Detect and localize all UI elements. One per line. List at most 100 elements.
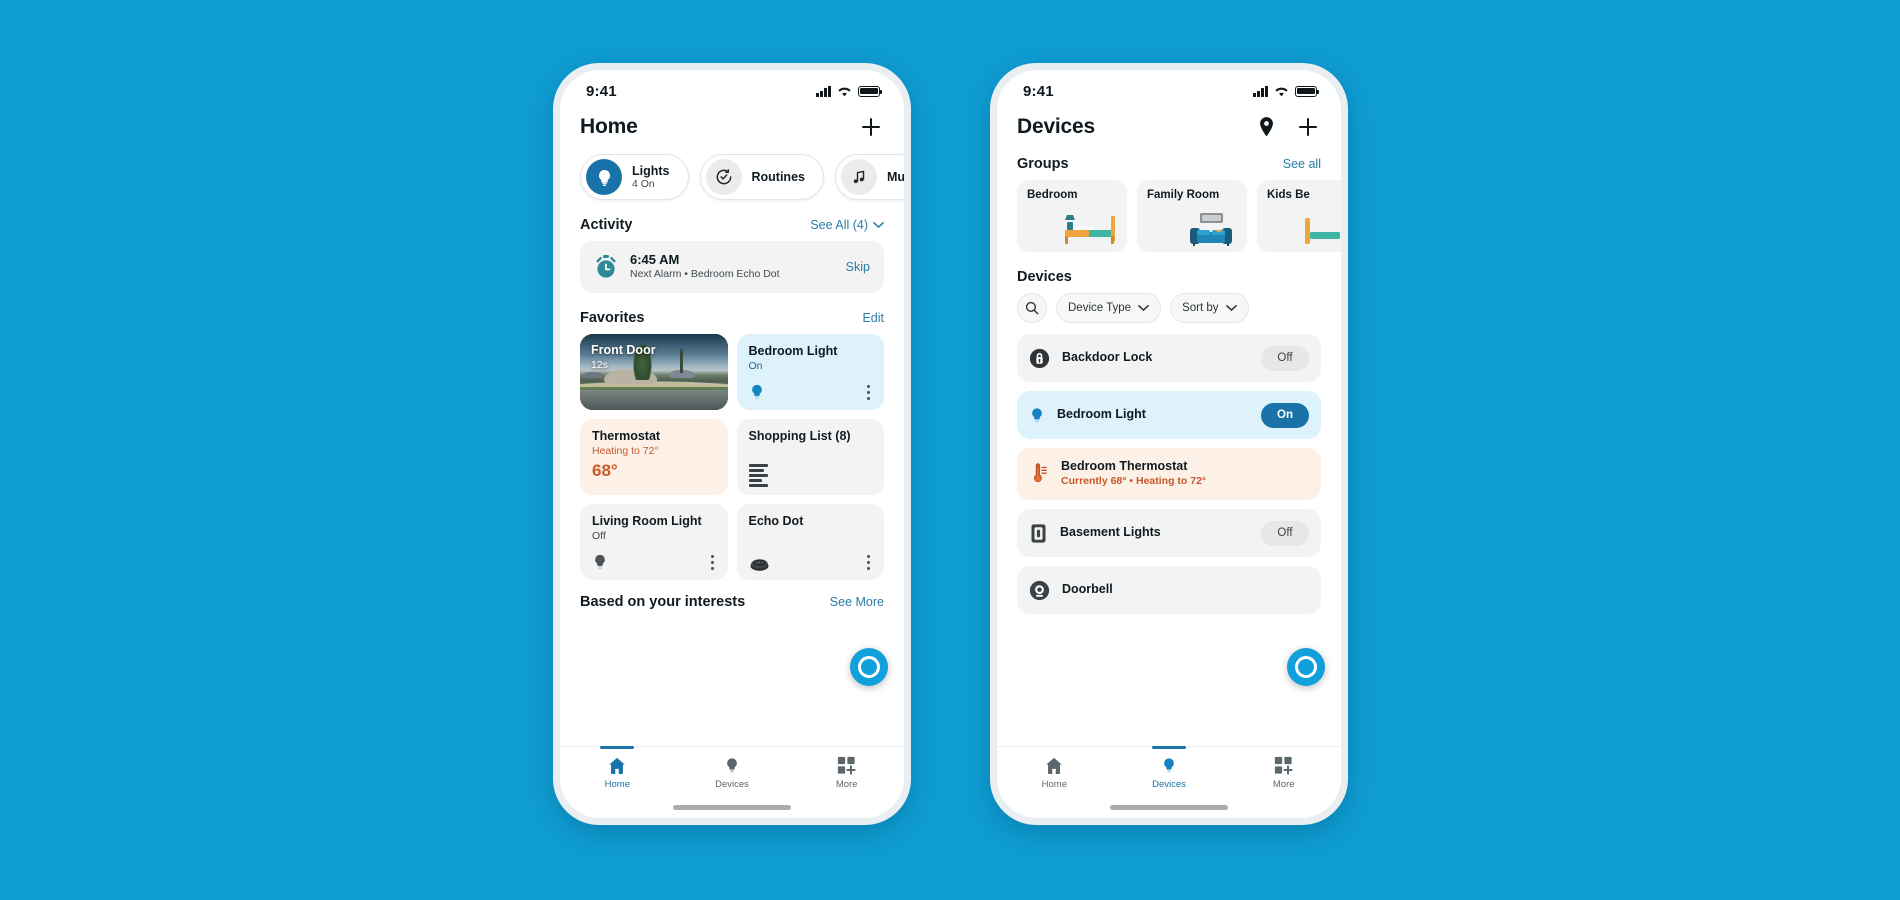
favorite-sub: Off bbox=[592, 529, 606, 542]
map-pin-icon bbox=[1259, 117, 1273, 137]
activity-section-header: Activity See All (4) bbox=[560, 217, 904, 233]
favorites-grid: Front Door 12s Bedroom Light On Thermost… bbox=[580, 333, 884, 580]
favorites-edit-label: Edit bbox=[862, 310, 884, 325]
quick-actions-row[interactable]: Lights 4 On Routines Mu bbox=[560, 150, 904, 200]
grid-plus-icon bbox=[838, 756, 856, 775]
favorites-edit-link[interactable]: Edit bbox=[862, 311, 884, 325]
device-type-filter[interactable]: Device Type bbox=[1056, 293, 1162, 323]
status-icons bbox=[816, 85, 883, 97]
quick-action-label: Mu bbox=[886, 169, 904, 184]
status-bar: 9:41 bbox=[997, 70, 1341, 112]
interests-title: Based on your interests bbox=[580, 593, 746, 610]
tab-label: Home bbox=[604, 779, 630, 790]
device-name: Backdoor Lock bbox=[1062, 350, 1153, 365]
tab-home[interactable]: Home bbox=[579, 746, 655, 790]
favorite-sub: Heating to 72° bbox=[592, 444, 659, 457]
camera-car-3 bbox=[582, 371, 604, 378]
device-state-pill[interactable]: On bbox=[1261, 402, 1309, 428]
map-button[interactable] bbox=[1253, 114, 1279, 140]
device-state-pill[interactable]: Off bbox=[1261, 345, 1309, 371]
favorite-name: Echo Dot bbox=[748, 513, 804, 528]
groups-see-all-link[interactable]: See all bbox=[1283, 157, 1321, 171]
bottom-tab-bar: Home Devices More bbox=[997, 746, 1341, 818]
favorite-card-echo-dot[interactable]: Echo Dot bbox=[736, 503, 884, 580]
add-button[interactable] bbox=[1295, 114, 1321, 140]
interests-see-more-label: See More bbox=[829, 594, 884, 609]
tab-indicator bbox=[600, 746, 635, 749]
interests-see-more-link[interactable]: See More bbox=[830, 595, 884, 609]
doorbell-icon bbox=[1029, 580, 1050, 600]
favorite-name: Front Door bbox=[591, 342, 656, 357]
alexa-button[interactable] bbox=[1287, 648, 1325, 686]
bulb-icon bbox=[1164, 758, 1174, 773]
tab-label: Devices bbox=[1152, 779, 1186, 790]
tab-home[interactable]: Home bbox=[1016, 756, 1092, 790]
device-row-bedroom-thermostat[interactable]: Bedroom Thermostat Currently 68° • Heati… bbox=[1017, 448, 1321, 500]
tab-devices[interactable]: Devices bbox=[1131, 746, 1207, 790]
grid-plus-icon bbox=[1275, 756, 1293, 775]
phone-mockup-home: 9:41 Home Lights 4 On Routines Mu Activi… bbox=[553, 63, 911, 825]
activity-item-detail: Next Alarm • Bedroom Echo Dot bbox=[630, 268, 780, 281]
bottom-tab-bar: Home Devices More bbox=[560, 746, 904, 818]
home-scroll-body[interactable]: Lights 4 On Routines Mu Activity See All… bbox=[560, 150, 904, 746]
activity-card[interactable]: 6:45 AM Next Alarm • Bedroom Echo Dot Sk… bbox=[580, 241, 884, 293]
favorite-card-front-door[interactable]: Front Door 12s bbox=[580, 333, 728, 410]
device-row-bedroom-light[interactable]: Bedroom Light On bbox=[1017, 391, 1321, 439]
quick-action-lights[interactable]: Lights 4 On bbox=[580, 154, 689, 200]
echo-dot-icon[interactable] bbox=[749, 557, 770, 572]
groups-carousel[interactable]: Bedroom Family Room Kids Be bbox=[997, 180, 1341, 252]
page-title: Home bbox=[580, 115, 638, 138]
tab-more[interactable]: More bbox=[809, 756, 885, 790]
bulb-icon[interactable] bbox=[592, 552, 608, 572]
bulb-icon bbox=[586, 159, 622, 195]
device-row-doorbell[interactable]: Doorbell bbox=[1017, 566, 1321, 614]
devices-scroll-body[interactable]: Groups See all Bedroom Family Room Kids … bbox=[997, 150, 1341, 746]
favorite-more-button[interactable] bbox=[707, 553, 718, 572]
screenshot-canvas: 9:41 Home Lights 4 On Routines Mu Activi… bbox=[0, 0, 1900, 900]
activity-skip-button[interactable]: Skip bbox=[846, 260, 870, 274]
tab-devices[interactable]: Devices bbox=[694, 756, 770, 790]
device-row-basement-lights[interactable]: Basement Lights Off bbox=[1017, 509, 1321, 557]
favorite-card-living-room-light[interactable]: Living Room Light Off bbox=[580, 503, 728, 580]
home-indicator bbox=[1110, 805, 1228, 810]
phone-mockup-devices: 9:41 Devices Groups See all Bedroom Fami… bbox=[990, 63, 1348, 825]
sort-by-filter[interactable]: Sort by bbox=[1170, 293, 1249, 323]
quick-action-label: Lights bbox=[632, 163, 670, 178]
activity-see-all-label: See All (4) bbox=[810, 218, 868, 232]
alexa-dot-icon bbox=[1299, 660, 1313, 674]
favorite-card-shopping-list[interactable]: Shopping List (8) bbox=[736, 418, 884, 495]
wifi-icon bbox=[1275, 87, 1288, 96]
device-row-backdoor-lock[interactable]: Backdoor Lock Off bbox=[1017, 334, 1321, 382]
quick-action-label: Routines bbox=[751, 169, 805, 184]
favorite-more-button[interactable] bbox=[863, 383, 874, 402]
search-button[interactable] bbox=[1017, 293, 1047, 323]
group-name: Kids Be bbox=[1267, 189, 1310, 201]
favorite-card-thermostat[interactable]: Thermostat Heating to 72° 68° bbox=[580, 418, 728, 495]
add-button[interactable] bbox=[858, 114, 884, 140]
group-card-bedroom[interactable]: Bedroom bbox=[1017, 180, 1127, 252]
alexa-button[interactable] bbox=[850, 648, 888, 686]
favorite-card-footer bbox=[592, 552, 718, 572]
device-state-pill[interactable]: Off bbox=[1261, 520, 1309, 546]
favorite-more-button[interactable] bbox=[863, 553, 874, 572]
tab-more[interactable]: More bbox=[1246, 756, 1322, 790]
devices-list: Backdoor Lock Off Bedroom Light On Bedro… bbox=[997, 334, 1341, 614]
groups-title: Groups bbox=[1017, 156, 1069, 172]
favorite-name: Bedroom Light bbox=[748, 343, 838, 358]
favorite-temperature: 68° bbox=[592, 460, 618, 480]
device-name: Doorbell bbox=[1062, 582, 1113, 597]
cellular-signal-icon bbox=[1253, 85, 1268, 97]
routines-icon bbox=[705, 159, 742, 195]
activity-see-all-link[interactable]: See All (4) bbox=[810, 218, 884, 232]
quick-action-routines[interactable]: Routines bbox=[699, 154, 824, 200]
alarm-clock-icon bbox=[596, 254, 616, 278]
home-icon bbox=[1046, 757, 1063, 775]
favorite-card-bedroom-light[interactable]: Bedroom Light On bbox=[736, 333, 884, 410]
group-card-family-room[interactable]: Family Room bbox=[1137, 180, 1247, 252]
bulb-icon[interactable] bbox=[749, 382, 765, 402]
quick-action-music[interactable]: Mu bbox=[834, 154, 904, 200]
switch-icon bbox=[1031, 523, 1046, 543]
alexa-ring-icon bbox=[858, 656, 880, 678]
wifi-icon bbox=[838, 87, 851, 96]
group-card-kids-bedroom[interactable]: Kids Be bbox=[1257, 180, 1341, 252]
